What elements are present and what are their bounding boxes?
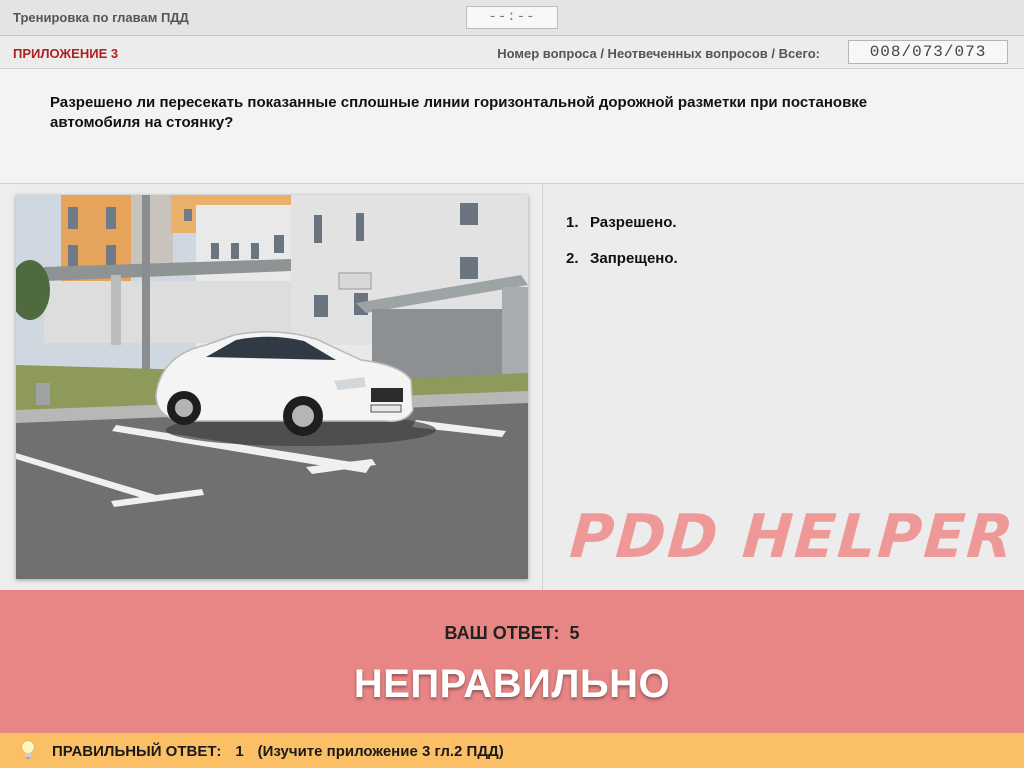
correct-answer-text: ПРАВИЛЬНЫЙ ОТВЕТ: 1 (Изучите приложение 3 … [52,743,504,760]
your-answer-label: ВАШ ОТВЕТ: [444,623,560,643]
answer-number: 2. [566,250,579,267]
study-hint[interactable]: (Изучите приложение 3 гл.2 ПДД) [258,743,504,760]
timer-display: --:-- [466,6,558,29]
question-counter-label: Номер вопроса / Неотвеченных вопросов / … [497,46,820,61]
answer-option-1[interactable]: 1. Разрешено. [566,214,678,231]
question-counter: 008/073/073 [848,40,1008,64]
correct-answer-value: 1 [235,743,244,760]
mode-title: Тренировка по главам ПДД [13,10,189,25]
answer-label: Разрешено. [590,214,677,231]
verdict-text: НЕПРАВИЛЬНО [353,662,671,706]
answer-option-2[interactable]: 2. Запрещено. [566,250,678,267]
pdd-helper-watermark: PDD HELPER [567,502,1018,572]
question-text: Разрешено ли пересекать показанные сплош… [50,94,868,131]
top-bar: Тренировка по главам ПДД --:-- [0,0,1024,36]
appendix-label: ПРИЛОЖЕНИЕ 3 [13,46,119,61]
parking-car-image [16,195,528,579]
content-area: 1. Разрешено. 2. Запрещено. PDD HELPER [0,184,1024,590]
correct-answer-bar: ПРАВИЛЬНЫЙ ОТВЕТ: 1 (Изучите приложение 3 … [0,733,1024,768]
answer-label: Запрещено. [590,250,678,267]
correct-answer-label: ПРАВИЛЬНЫЙ ОТВЕТ: [52,743,222,760]
result-banner: ВАШ ОТВЕТ: 5 НЕПРАВИЛЬНО [0,590,1024,733]
image-panel [0,184,543,590]
answers-list: 1. Разрешено. 2. Запрещено. [566,214,678,286]
your-answer-value: 5 [569,623,580,643]
question-photo [16,195,528,579]
your-answer-line: ВАШ ОТВЕТ: 5 [0,623,1024,644]
sub-bar: ПРИЛОЖЕНИЕ 3 Номер вопроса / Неотвеченны… [0,36,1024,69]
answer-number: 1. [566,214,579,231]
question-panel: Разрешено ли пересекать показанные сплош… [0,69,1024,184]
lightbulb-icon [18,739,38,766]
